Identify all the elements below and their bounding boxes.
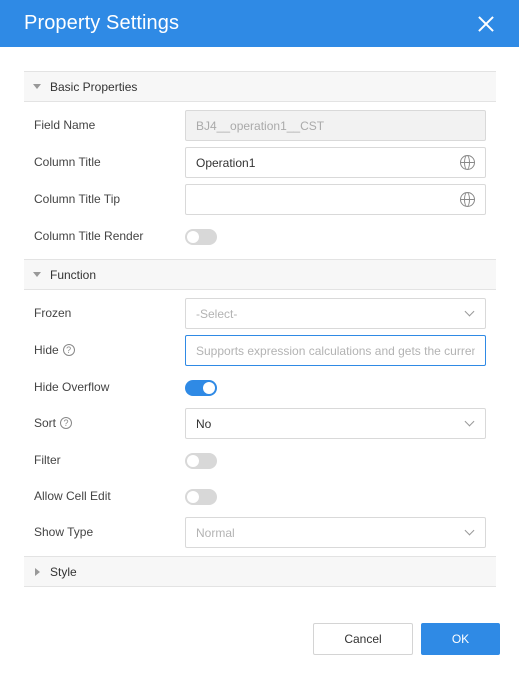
allow-cell-edit-label: Allow Cell Edit	[34, 489, 111, 503]
chevron-down-icon	[464, 525, 475, 536]
hide-overflow-label: Hide Overflow	[34, 380, 110, 394]
column-title-render-toggle[interactable]	[185, 229, 217, 245]
section-style[interactable]: Style	[24, 556, 496, 587]
caret-right-icon	[34, 567, 40, 576]
section-function[interactable]: Function	[24, 259, 496, 290]
cancel-button[interactable]: Cancel	[313, 623, 413, 655]
column-title-render-label: Column Title Render	[34, 229, 144, 243]
section-basic-properties[interactable]: Basic Properties	[24, 71, 496, 102]
property-settings-dialog: Property Settings Basic Properties Field…	[0, 0, 519, 677]
section-label: Basic Properties	[50, 79, 138, 94]
column-title-tip-input[interactable]	[185, 184, 486, 215]
hide-label: Hide ?	[34, 343, 75, 357]
field-name-label: Field Name	[34, 118, 96, 132]
globe-icon[interactable]	[460, 192, 475, 207]
filter-toggle[interactable]	[185, 453, 217, 469]
frozen-label: Frozen	[34, 306, 72, 320]
chevron-down-icon	[464, 416, 475, 427]
section-label: Function	[50, 267, 97, 282]
caret-down-icon	[33, 84, 41, 89]
chevron-down-icon	[464, 306, 475, 317]
sort-label: Sort ?	[34, 416, 73, 430]
help-icon[interactable]: ?	[60, 417, 73, 429]
caret-down-icon	[33, 272, 41, 277]
dialog-header: Property Settings	[0, 0, 519, 47]
filter-label: Filter	[34, 453, 61, 467]
close-icon[interactable]	[477, 15, 495, 33]
ok-button[interactable]: OK	[421, 623, 500, 655]
hide-expression-input[interactable]: Supports expression calculations and get…	[185, 335, 486, 366]
column-title-label: Column Title	[34, 155, 101, 169]
show-type-label: Show Type	[34, 525, 94, 539]
field-name-input: BJ4__operation1__CST	[185, 110, 486, 141]
sort-select[interactable]: No	[185, 408, 486, 439]
globe-icon[interactable]	[460, 155, 475, 170]
hide-overflow-toggle[interactable]	[185, 380, 217, 396]
help-icon[interactable]: ?	[62, 344, 75, 356]
show-type-select[interactable]: Normal	[185, 517, 486, 548]
frozen-select[interactable]: -Select-	[185, 298, 486, 329]
section-label: Style	[50, 564, 77, 579]
column-title-input[interactable]: Operation1	[185, 147, 486, 178]
dialog-title: Property Settings	[24, 12, 180, 34]
allow-cell-edit-toggle[interactable]	[185, 489, 217, 505]
column-title-tip-label: Column Title Tip	[34, 192, 121, 206]
